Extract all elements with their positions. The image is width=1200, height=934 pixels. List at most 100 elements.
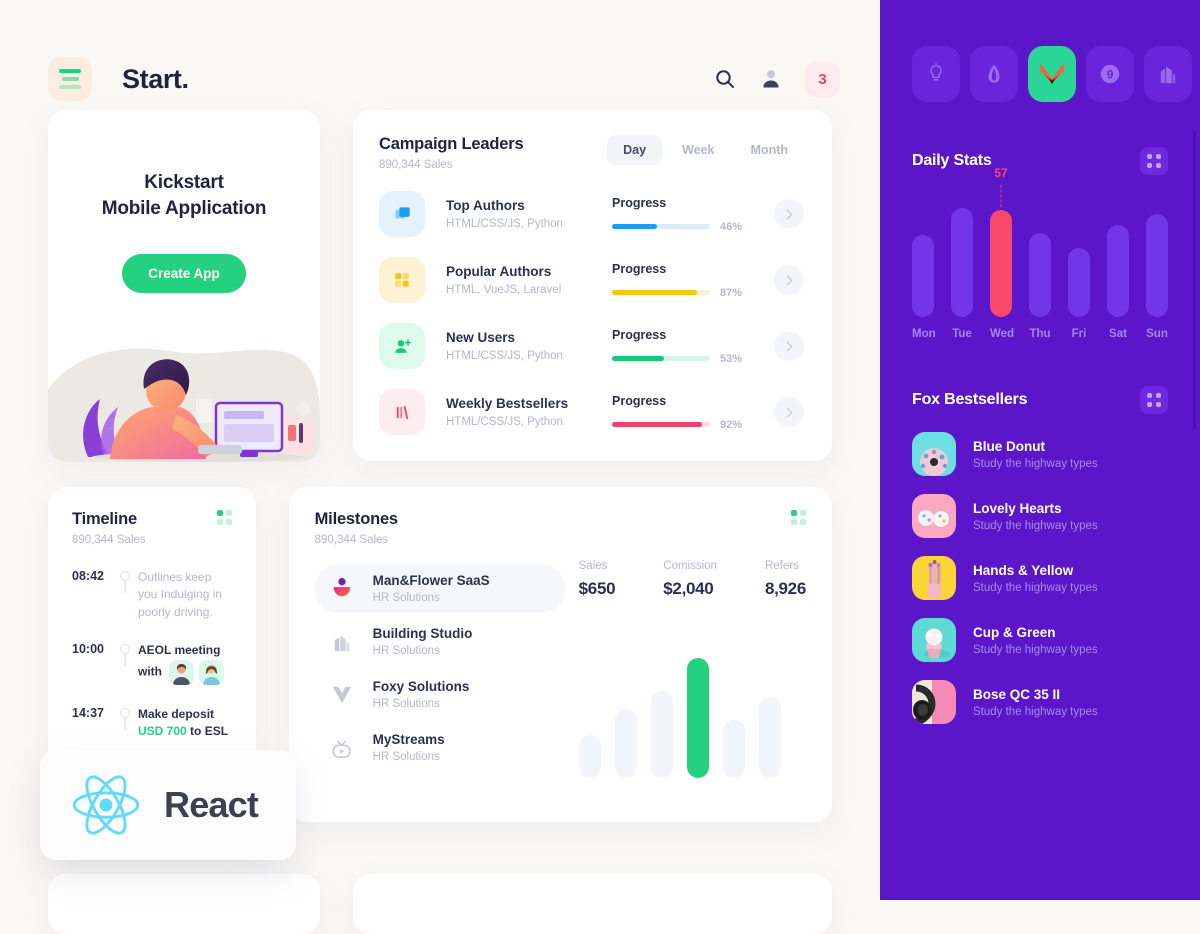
- daily-bar-column: [1107, 201, 1129, 317]
- progress-label: Progress: [612, 327, 667, 342]
- chevron-right-icon[interactable]: [774, 265, 804, 295]
- tab-week[interactable]: Week: [666, 135, 730, 165]
- chevron-right-icon[interactable]: [774, 331, 804, 361]
- daily-axis-label: Fri: [1071, 328, 1087, 340]
- bestsellers-section: Fox Bestsellers Blue Donut Study the high…: [912, 386, 1168, 724]
- donut-photo: [912, 432, 956, 476]
- stat-label: Sales: [578, 560, 608, 572]
- bestseller-list: Blue Donut Study the highway types Lovely …: [912, 432, 1168, 724]
- bar-chart-icon: [379, 389, 425, 435]
- progress-label: Progress: [612, 195, 667, 210]
- daily-bar: [1029, 232, 1051, 317]
- timeline-entry: 10:00 AEOL meeting with: [72, 641, 232, 704]
- timeline-text: AEOL meeting with: [138, 641, 232, 685]
- dot-grid-icon[interactable]: [216, 510, 232, 525]
- top-header: Start. 3: [0, 0, 880, 110]
- kickstart-card: Kickstart Mobile Application Create App: [48, 110, 320, 462]
- dot-grid-icon[interactable]: [791, 510, 806, 525]
- fox-icon[interactable]: [1028, 46, 1076, 102]
- daily-bar: [1146, 214, 1168, 317]
- dot-grid-icon[interactable]: [1140, 386, 1168, 414]
- react-atom-icon: [72, 775, 140, 835]
- milestone-stats: Sales $650 Comission $2,040 Refers 8,926: [578, 560, 807, 599]
- dashboard-row-one: Kickstart Mobile Application Create App: [0, 110, 880, 462]
- campaign-row[interactable]: Popular Authors HTML, VueJS, Laravel Progr…: [379, 257, 804, 303]
- milestone-desc: HR Solutions: [372, 645, 440, 657]
- progress-percent: 46%: [720, 220, 743, 233]
- bestseller-name: Bose QC 35 II: [973, 686, 1061, 702]
- campaign-row[interactable]: New Users HTML/CSS/JS, Python Progress 53%: [379, 323, 804, 369]
- campaign-rows: Top Authors HTML/CSS/JS, Python Progress 46…: [379, 191, 804, 435]
- bestseller-item[interactable]: Lovely Hearts Study the highway types: [912, 494, 1168, 538]
- tab-month[interactable]: Month: [735, 135, 804, 165]
- dot-grid-icon[interactable]: [1140, 147, 1168, 175]
- milestones-title: Milestones: [314, 510, 398, 528]
- timeline-title: Timeline: [72, 510, 138, 528]
- campaign-row[interactable]: Top Authors HTML/CSS/JS, Python Progress 46…: [379, 191, 804, 237]
- hearts-photo: [912, 494, 956, 538]
- building-tower-icon[interactable]: [1144, 46, 1192, 102]
- cup-photo: [912, 618, 956, 662]
- milestone-row[interactable]: Man&Flower SaaS HR Solutions: [314, 564, 565, 613]
- create-app-button[interactable]: Create App: [122, 254, 246, 294]
- milestone-bar: [614, 708, 637, 778]
- milestone-name: Building Studio: [372, 626, 473, 641]
- milestone-row[interactable]: MyStreams HR Solutions: [315, 723, 565, 772]
- bestseller-item[interactable]: Blue Donut Study the highway types: [912, 432, 1168, 476]
- bestseller-name: Hands & Yellow: [973, 562, 1074, 578]
- headphones-photo: [912, 680, 956, 724]
- milestone-name: Foxy Solutions: [372, 679, 470, 694]
- campaign-row-name: New Users: [446, 330, 516, 345]
- campaign-row[interactable]: Weekly Bestsellers HTML/CSS/JS, Python Pro…: [379, 389, 804, 435]
- bestseller-item[interactable]: Cup & Green Study the highway types: [912, 618, 1168, 662]
- campaign-row-name: Weekly Bestsellers: [446, 396, 569, 411]
- timeline-header: Timeline 890,344 Sales: [72, 510, 232, 546]
- chevron-right-icon[interactable]: [774, 199, 804, 229]
- bestseller-name: Cup & Green: [973, 624, 1056, 640]
- timeline-entry: 08:42 Outlines keep you Indulging in poor…: [72, 568, 232, 641]
- arch-wings-icon[interactable]: [970, 46, 1018, 102]
- person-icon[interactable]: [759, 67, 783, 91]
- dashboard-row-three: [0, 852, 880, 934]
- milestone-row[interactable]: Building Studio HR Solutions: [315, 617, 565, 666]
- search-icon[interactable]: [713, 67, 737, 91]
- lightbulb-icon[interactable]: [912, 46, 960, 102]
- tv-play-icon: [327, 737, 357, 759]
- milestone-stat: Refers 8,926: [765, 560, 806, 599]
- chevron-right-icon[interactable]: [774, 397, 804, 427]
- milestone-desc: HR Solutions: [372, 698, 440, 710]
- notification-badge[interactable]: 3: [805, 61, 840, 97]
- header-actions: 3: [713, 61, 840, 97]
- milestone-bar: [650, 691, 673, 778]
- add-user-icon: [379, 323, 425, 369]
- page-title: Start.: [122, 63, 189, 94]
- daily-stats-header: Daily Stats: [912, 147, 1168, 175]
- milestones-card: Milestones 890,344 Sales Man&Flower SaaS…: [288, 487, 832, 822]
- kickstart-title: Kickstart Mobile Application: [48, 170, 320, 222]
- tab-day[interactable]: Day: [607, 135, 663, 165]
- grid-squares-icon: [379, 257, 425, 303]
- daily-axis-label: Tue: [952, 328, 972, 340]
- bestsellers-header: Fox Bestsellers: [912, 386, 1168, 414]
- react-badge[interactable]: React: [40, 750, 296, 860]
- timeline-time: 14:37: [72, 705, 104, 720]
- app-switcher: 9: [912, 46, 1192, 102]
- bestseller-item[interactable]: Bose QC 35 II Study the highway types: [912, 680, 1168, 724]
- timeline-time: 10:00: [72, 642, 104, 657]
- milestone-bar: [578, 734, 601, 778]
- sidebar-scrollbar[interactable]: [1193, 130, 1196, 430]
- daily-axis-label: Sat: [1109, 328, 1127, 340]
- timeline-text: Make deposit USD 700 to ESL: [138, 706, 229, 738]
- daily-stats-chart: 57 Mon Tue Wed Thu Fri Sat Sun: [912, 166, 1168, 346]
- progress-percent: 53%: [720, 352, 743, 365]
- nine-circle-icon[interactable]: 9: [1086, 46, 1134, 102]
- daily-bar: [990, 210, 1012, 317]
- hamburger-menu-icon[interactable]: [48, 57, 92, 101]
- daily-stats-labels: Mon Tue Wed Thu Fri Sat Sun: [912, 328, 1168, 340]
- milestone-row[interactable]: Foxy Solutions HR Solutions: [315, 670, 565, 719]
- milestone-stat: Comission $2,040: [663, 560, 717, 599]
- daily-axis-label: Thu: [1029, 328, 1051, 340]
- bestseller-item[interactable]: Hands & Yellow Study the highway types: [912, 556, 1168, 600]
- window-copy-icon: [379, 191, 425, 237]
- campaign-row-desc: HTML/CSS/JS, Python: [446, 218, 563, 230]
